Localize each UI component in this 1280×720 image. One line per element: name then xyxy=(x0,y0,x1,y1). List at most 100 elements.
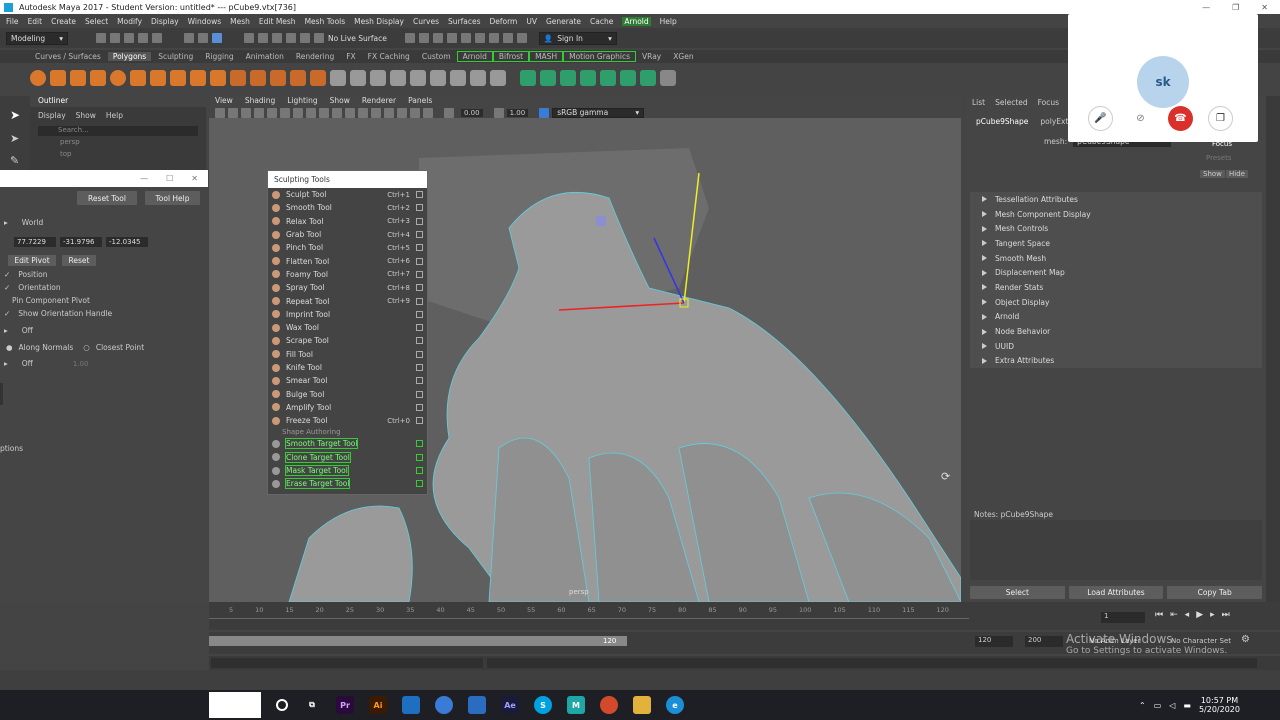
bridge-icon[interactable] xyxy=(330,70,346,86)
lights-icon[interactable] xyxy=(345,107,355,118)
preferences-icon[interactable]: ⚙ xyxy=(1241,634,1250,645)
exposure-icon[interactable] xyxy=(444,107,454,118)
sculpt-tool-repeat-tool[interactable]: Repeat Tool Ctrl+9 xyxy=(268,294,427,307)
option-box-icon[interactable] xyxy=(416,377,423,385)
svg-icon[interactable] xyxy=(210,70,226,86)
hang-up-icon[interactable]: ☎ xyxy=(1168,106,1193,131)
expand-arrow-icon[interactable] xyxy=(982,343,987,350)
sculpt-tool-imprint-tool[interactable]: Imprint Tool xyxy=(268,308,427,321)
snap-surface-icon[interactable] xyxy=(300,33,310,43)
sculpt-tool-spray-tool[interactable]: Spray Tool Ctrl+8 xyxy=(268,281,427,294)
channel-box-icon[interactable] xyxy=(516,33,527,43)
camera-icon[interactable] xyxy=(215,107,225,118)
shelf-tab-curves-surfaces[interactable]: Curves / Surfaces xyxy=(30,52,106,61)
menu-edit[interactable]: Edit xyxy=(28,17,43,26)
selected-vertex[interactable] xyxy=(596,216,606,226)
gamma-value[interactable]: 1.00 xyxy=(506,108,529,117)
check-icon[interactable]: ✓ xyxy=(4,309,10,318)
sculpt-tool-amplify-tool[interactable]: Amplify Tool xyxy=(268,401,427,414)
sculpt-tool-flatten-tool[interactable]: Flatten Tool Ctrl+6 xyxy=(268,254,427,267)
poly-disc-icon[interactable] xyxy=(150,70,166,86)
file-explorer-icon[interactable] xyxy=(633,696,651,714)
option-box-icon[interactable] xyxy=(416,337,423,345)
exposure-value[interactable]: 0.00 xyxy=(461,108,483,117)
attr-section-tessellation-attributes[interactable]: Tessellation Attributes xyxy=(970,192,1262,207)
edit-pivot-button[interactable]: Edit Pivot xyxy=(8,255,56,266)
option-box-icon[interactable] xyxy=(416,244,423,252)
sculpt-tool-knife-tool[interactable]: Knife Tool xyxy=(268,361,427,374)
render-settings-icon[interactable] xyxy=(432,33,443,43)
option-box-icon[interactable] xyxy=(416,480,423,488)
attr-menu-list[interactable]: List xyxy=(972,98,985,107)
fill-hole-icon[interactable] xyxy=(450,70,466,86)
expand-arrow-icon[interactable] xyxy=(982,357,987,364)
outliner-item-top[interactable]: top xyxy=(30,150,206,162)
snap-grid-icon[interactable] xyxy=(244,33,254,43)
menu-arnold[interactable]: Arnold xyxy=(622,16,651,26)
chrome-alt-icon[interactable] xyxy=(600,696,618,714)
viewport-menu-renderer[interactable]: Renderer xyxy=(362,96,396,107)
sculpt-tool-sculpt-tool[interactable]: Sculpt Tool Ctrl+1 xyxy=(268,188,427,201)
shadows-icon[interactable] xyxy=(358,107,368,118)
popout-icon[interactable]: ❐ xyxy=(1208,106,1233,131)
option-box-icon[interactable] xyxy=(416,297,423,305)
menu-modify[interactable]: Modify xyxy=(117,17,142,26)
options-label[interactable]: ptions xyxy=(0,444,23,453)
play-forward-icon[interactable]: ▶ xyxy=(1196,610,1203,620)
load-attributes-button[interactable]: Load Attributes xyxy=(1068,586,1164,599)
edge-icon[interactable]: e xyxy=(666,696,684,714)
premiere-icon[interactable]: Pr xyxy=(336,696,354,714)
menu-file[interactable]: File xyxy=(6,17,19,26)
option-box-icon[interactable] xyxy=(416,191,423,199)
smooth-shade-icon[interactable] xyxy=(319,107,329,118)
chevron-up-icon[interactable]: ⌃ xyxy=(1139,701,1146,710)
option-box-icon[interactable] xyxy=(416,257,423,265)
cut-uv-icon[interactable] xyxy=(640,70,656,86)
expand-arrow-icon[interactable] xyxy=(982,328,987,335)
render-view-icon[interactable] xyxy=(460,33,471,43)
sculpt-tool-bulge-tool[interactable]: Bulge Tool xyxy=(268,387,427,400)
taskbar-search[interactable] xyxy=(209,692,261,718)
expand-arrow-icon[interactable] xyxy=(982,211,987,218)
shelf-tab-xgen[interactable]: XGen xyxy=(668,52,698,61)
separate-icon[interactable] xyxy=(250,70,266,86)
outliner-menu-show[interactable]: Show xyxy=(76,111,96,120)
poly-cylinder-icon[interactable] xyxy=(70,70,86,86)
off2-label[interactable]: Off xyxy=(22,359,33,368)
command-line[interactable] xyxy=(209,656,1280,670)
poly-torus-icon[interactable] xyxy=(110,70,126,86)
dof-icon[interactable] xyxy=(423,107,433,118)
authoring-tool-erase-target-tool[interactable]: Erase Target Tool xyxy=(268,477,427,490)
shelf-tab-bifrost[interactable]: Bifrost xyxy=(492,51,530,62)
expand-arrow-icon[interactable] xyxy=(982,299,987,306)
attr-section-arnold[interactable]: Arnold xyxy=(970,309,1262,325)
sculpt-tool-relax-tool[interactable]: Relax Tool Ctrl+3 xyxy=(268,215,427,228)
presets-button[interactable]: Presets xyxy=(1206,154,1231,162)
colorspace-dropdown[interactable]: sRGB gamma ▾ xyxy=(552,107,645,118)
option-box-icon[interactable] xyxy=(416,204,423,212)
menu-generate[interactable]: Generate xyxy=(546,17,581,26)
pin-component-pivot-label[interactable]: Pin Component Pivot xyxy=(12,296,90,305)
network-icon[interactable]: ▭ xyxy=(1154,701,1162,710)
target-weld-icon[interactable] xyxy=(390,70,406,86)
lasso-tool-icon[interactable]: ➤ xyxy=(10,132,19,145)
expand-arrow-icon[interactable]: ▸ xyxy=(4,359,8,368)
uv-editor-icon[interactable] xyxy=(520,70,536,86)
mirror-icon[interactable] xyxy=(470,70,486,86)
attr-section-tangent-space[interactable]: Tangent Space xyxy=(970,236,1262,251)
off2-field[interactable]: 1.00 xyxy=(73,360,89,368)
ao-icon[interactable] xyxy=(397,107,407,118)
authoring-tool-mask-target-tool[interactable]: Mask Target Tool xyxy=(268,464,427,477)
sculpt-tool-foamy-tool[interactable]: Foamy Tool Ctrl+7 xyxy=(268,268,427,281)
sculpt-tool-wax-tool[interactable]: Wax Tool xyxy=(268,321,427,334)
expand-arrow-icon[interactable] xyxy=(982,269,987,276)
merge-icon[interactable] xyxy=(430,70,446,86)
option-box-icon[interactable] xyxy=(416,284,423,292)
render-icon[interactable] xyxy=(404,33,415,43)
hypershade-icon[interactable] xyxy=(446,33,457,43)
undo-icon[interactable] xyxy=(138,33,148,43)
menu-mesh-display[interactable]: Mesh Display xyxy=(354,17,404,26)
expand-arrow-icon[interactable] xyxy=(982,196,987,203)
attribute-editor-icon[interactable] xyxy=(488,33,499,43)
expand-arrow-icon[interactable] xyxy=(982,255,987,262)
